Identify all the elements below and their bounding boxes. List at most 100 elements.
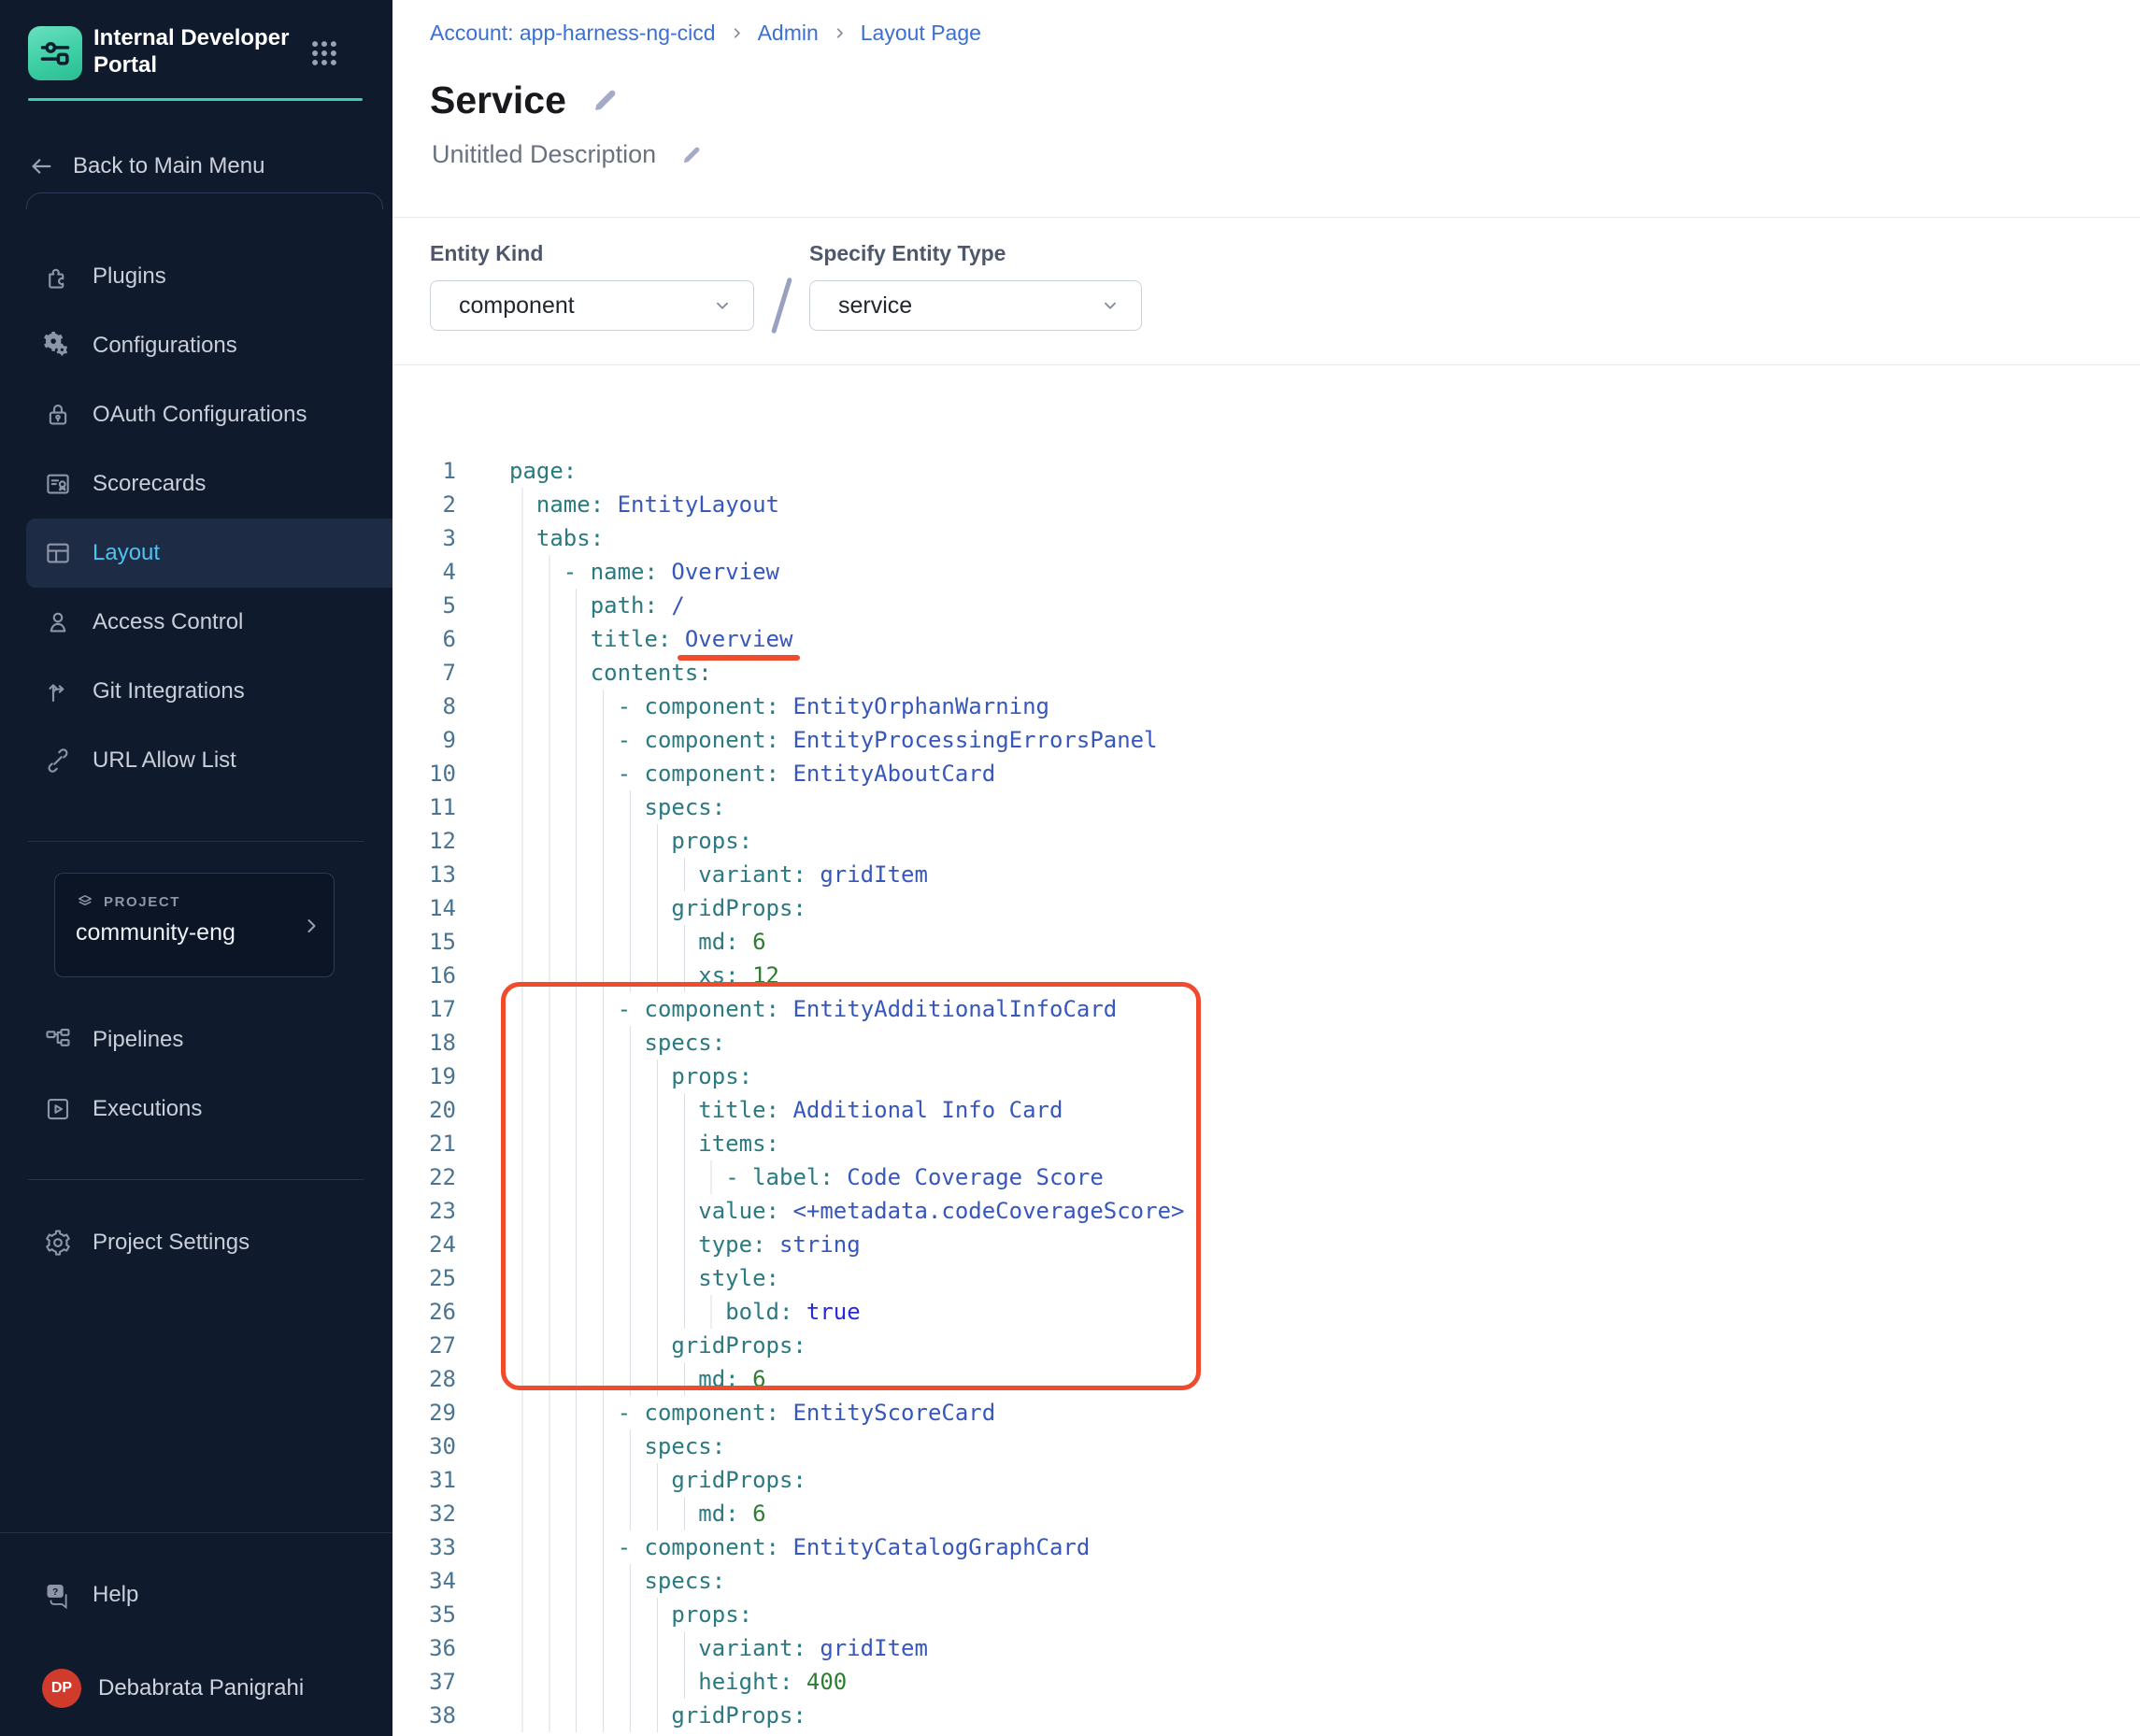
sidebar-item-git-integrations[interactable]: Git Integrations [0,657,392,726]
code-line: 29- component: EntityScoreCard [392,1396,2140,1430]
breadcrumb-item[interactable]: Layout Page [861,21,981,46]
apps-grid-icon[interactable] [308,37,340,69]
sidebar-item-label: Scorecards [93,471,206,497]
entity-kind-select[interactable]: component [430,280,754,331]
header-divider [392,217,2140,218]
svg-text:?: ? [52,1587,58,1598]
gears-icon [44,332,72,360]
sidebar-item-label: Help [93,1582,138,1608]
project-selector-card[interactable]: PROJECT community-eng [54,873,335,977]
line-number: 37 [392,1665,456,1699]
app-window: Internal Developer Portal Back to Main M… [0,0,2140,1736]
line-number: 1 [392,454,456,488]
line-number: 33 [392,1530,456,1564]
code-line: 25style: [392,1261,2140,1295]
code-line: 7contents: [392,656,2140,690]
line-number: 32 [392,1497,456,1530]
line-number: 31 [392,1463,456,1497]
edit-description-pencil-icon[interactable] [680,144,703,166]
sidebar-item-pipelines[interactable]: Pipelines [0,1005,392,1074]
help-icon: ? [44,1581,72,1609]
sidebar-divider [28,841,364,842]
line-number: 10 [392,757,456,790]
sidebar-menu-help: ? Help [0,1560,392,1629]
line-number: 26 [392,1295,456,1329]
code-line: 13variant: gridItem [392,858,2140,891]
sidebar-item-project-settings[interactable]: Project Settings [0,1208,392,1277]
sidebar-divider [28,1179,364,1180]
line-number: 4 [392,555,456,589]
chevron-right-icon [832,25,848,41]
user-name: Debabrata Panigrahi [98,1675,304,1701]
code-line: 21items: [392,1127,2140,1160]
code-line: 20title: Additional Info Card [392,1093,2140,1127]
line-number: 34 [392,1564,456,1598]
menu-panel-outline [26,192,383,209]
sidebar-item-label: Configurations [93,333,237,359]
pipelines-icon [44,1026,72,1054]
sidebar-item-executions[interactable]: Executions [0,1074,392,1144]
project-eyebrow: PROJECT [104,894,180,910]
sidebar-item-oauth-configurations[interactable]: OAuth Configurations [0,380,392,449]
breadcrumb: Account: app-harness-ng-cicd Admin Layout … [430,21,981,46]
sidebar-item-label: Executions [93,1096,202,1122]
sidebar-item-layout[interactable]: Layout [26,519,392,588]
line-number: 12 [392,824,456,858]
avatar: DP [42,1669,81,1708]
sidebar-item-help[interactable]: ? Help [0,1560,392,1629]
line-number: 16 [392,959,456,992]
sidebar-item-url-allow-list[interactable]: URL Allow List [0,726,392,795]
entity-kind-value: component [459,292,712,320]
page-title: Service [430,78,566,122]
code-line: 8- component: EntityOrphanWarning [392,690,2140,723]
line-number: 8 [392,690,456,723]
yaml-editor[interactable]: 1page:2name: EntityLayout3tabs:4- name: … [392,454,2140,1732]
code-line: 38gridProps: [392,1699,2140,1732]
sidebar-item-label: Pipelines [93,1027,183,1053]
sidebar-menu-main: Plugins Configurations OAuth Configuration… [0,242,392,795]
entity-kind-label: Entity Kind [430,241,543,266]
code-line: 5path: / [392,589,2140,622]
code-line: 34specs: [392,1564,2140,1598]
line-number: 28 [392,1362,456,1396]
code-line: 24type: string [392,1228,2140,1261]
line-number: 38 [392,1699,456,1732]
main-content: Account: app-harness-ng-cicd Admin Layout … [392,0,2140,1736]
code-line: 31gridProps: [392,1463,2140,1497]
filters-divider [392,364,2140,365]
sidebar-menu-settings: Project Settings [0,1208,392,1277]
chevron-down-icon [1100,295,1120,316]
link-icon [44,747,72,775]
breadcrumb-item[interactable]: Admin [758,21,819,46]
entity-type-value: service [838,292,1100,320]
code-line: 2name: EntityLayout [392,488,2140,521]
layers-icon [76,892,94,911]
breadcrumb-item[interactable]: Account: app-harness-ng-cicd [430,21,716,46]
lock-icon [44,401,72,429]
sidebar-item-label: Git Integrations [93,678,245,704]
line-number: 6 [392,622,456,656]
sidebar-item-configurations[interactable]: Configurations [0,311,392,380]
entity-type-select[interactable]: service [809,280,1142,331]
sidebar-item-plugins[interactable]: Plugins [0,242,392,311]
line-number: 2 [392,488,456,521]
chevron-down-icon [712,295,733,316]
branch-icon [44,677,72,705]
sidebar-item-access-control[interactable]: Access Control [0,588,392,657]
code-line: 30specs: [392,1430,2140,1463]
line-number: 29 [392,1396,456,1430]
edit-title-pencil-icon[interactable] [591,86,620,115]
back-to-main-menu[interactable]: Back to Main Menu [28,146,264,187]
line-number: 9 [392,723,456,757]
code-line: 35props: [392,1598,2140,1631]
sidebar-item-scorecards[interactable]: Scorecards [0,449,392,519]
code-line: 36variant: gridItem [392,1631,2140,1665]
line-number: 14 [392,891,456,925]
code-line: 6title: Overview [392,622,2140,656]
user-profile[interactable]: DP Debabrata Panigrahi [0,1654,392,1723]
sidebar-menu-project: Pipelines Executions [0,1005,392,1144]
gear-icon [44,1229,72,1257]
chevron-right-icon [729,25,745,41]
code-line: 17- component: EntityAdditionalInfoCard [392,992,2140,1026]
code-line: 1page: [392,454,2140,488]
